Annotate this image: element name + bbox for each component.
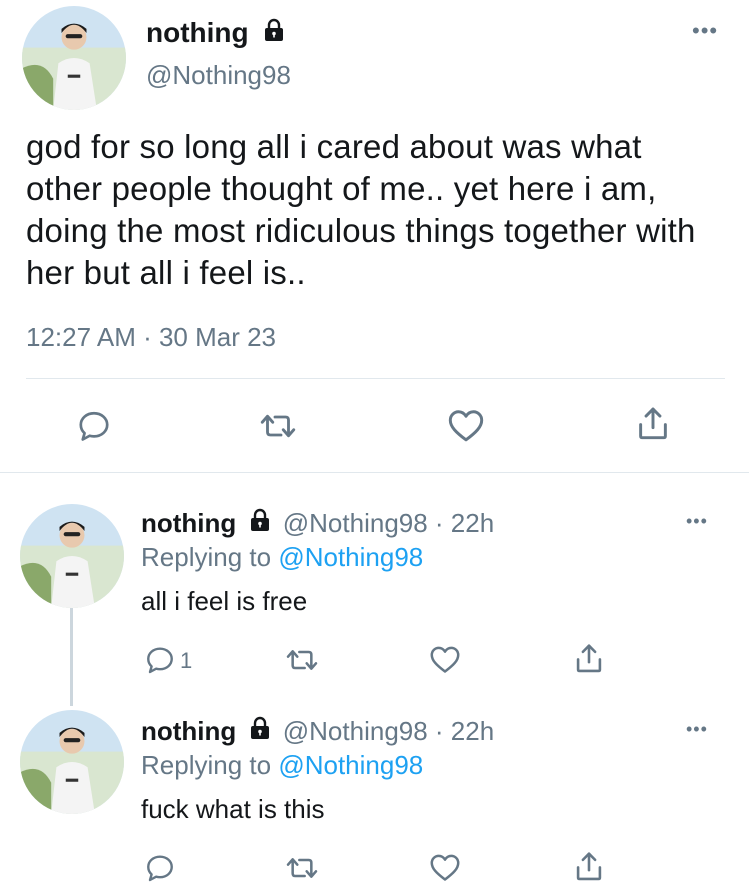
tweet-text: god for so long all i cared about was wh… [26,128,696,291]
display-name[interactable]: nothing [141,508,236,538]
reply-icon[interactable] [144,852,176,884]
reply-icon[interactable] [76,408,112,444]
replying-to-link[interactable]: @Nothing98 [278,542,423,572]
lock-icon [248,716,272,746]
thread-line [70,606,73,706]
reply-header: nothing @Nothing98 · 22h [141,508,494,538]
divider [0,472,749,473]
retweet-icon[interactable] [284,644,320,676]
replying-to-link[interactable]: @Nothing98 [278,750,423,780]
divider [26,378,725,379]
reply-text: all i feel is free [141,586,308,616]
display-name[interactable]: nothing [141,716,236,746]
share-icon[interactable] [574,641,604,675]
share-icon[interactable] [574,849,604,883]
like-icon[interactable] [428,851,462,883]
replying-to: Replying to @Nothing98 [141,542,423,572]
more-icon[interactable]: ••• [686,512,708,530]
share-icon[interactable] [636,404,670,442]
like-icon[interactable] [446,406,486,444]
reply-count: 1 [180,648,193,673]
handle-time[interactable]: @Nothing98 · 22h [283,716,494,746]
reply-header: nothing @Nothing98 · 22h [141,716,494,746]
replying-to: Replying to @Nothing98 [141,750,423,780]
avatar[interactable] [22,6,126,110]
retweet-icon[interactable] [284,852,320,884]
reply-icon[interactable] [144,644,176,676]
replying-prefix: Replying to [141,750,272,780]
more-icon[interactable]: ••• [692,20,718,42]
lock-icon [262,18,286,48]
retweet-icon[interactable] [258,408,298,444]
more-icon[interactable]: ••• [686,720,708,738]
replying-prefix: Replying to [141,542,272,572]
avatar[interactable] [20,504,124,608]
reply-text: fuck what is this [141,794,325,824]
display-name-row: nothing [146,18,286,48]
like-icon[interactable] [428,643,462,675]
display-name[interactable]: nothing [146,17,249,48]
timestamp[interactable]: 12:27 AM · 30 Mar 23 [26,322,276,352]
lock-icon [248,508,272,538]
handle[interactable]: @Nothing98 [146,60,291,90]
handle-time[interactable]: @Nothing98 · 22h [283,508,494,538]
avatar[interactable] [20,710,124,814]
